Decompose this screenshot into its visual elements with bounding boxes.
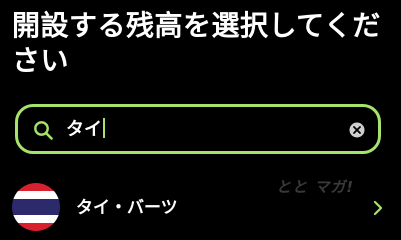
search-input[interactable]: タイ: [66, 116, 326, 144]
search-field[interactable]: タイ: [15, 104, 381, 154]
screen: 開設する残高を選択してください タイ タイ・バーツ とと マガ!: [0, 0, 401, 240]
chevron-right-icon: [373, 200, 383, 216]
search-input-value: タイ: [66, 119, 102, 140]
text-caret: [103, 118, 105, 138]
page-title: 開設する残高を選択してください: [12, 9, 381, 77]
clear-icon[interactable]: [349, 122, 365, 138]
list-item-label: タイ・バーツ: [76, 198, 178, 218]
watermark: とと マガ!: [276, 178, 355, 196]
thailand-flag-icon: [12, 183, 60, 231]
search-icon: [34, 121, 53, 140]
